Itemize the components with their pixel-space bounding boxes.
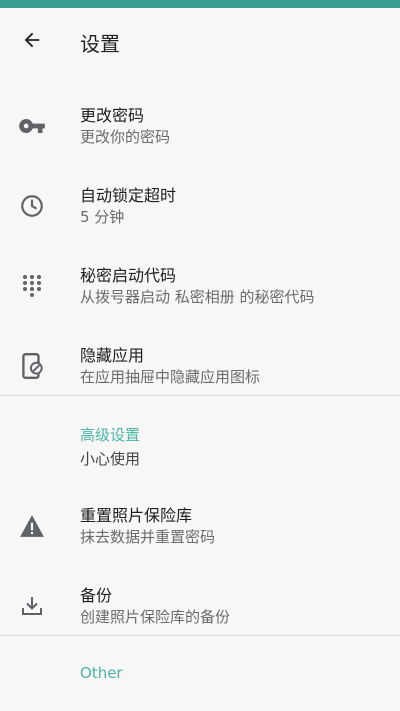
setting-subtitle: 5 分钟 bbox=[80, 208, 125, 226]
setting-subtitle: 从拨号器启动 私密相册 的秘密代码 bbox=[80, 288, 315, 306]
setting-reset-vault[interactable]: 重置照片保险库 抹去数据并重置密码 bbox=[0, 488, 400, 568]
clock-icon bbox=[18, 192, 46, 220]
setting-subtitle: 抹去数据并重置密码 bbox=[80, 528, 216, 546]
setting-title: 备份 bbox=[80, 586, 113, 605]
section-subtitle-advanced: 小心使用 bbox=[80, 450, 141, 468]
download-icon bbox=[18, 592, 46, 620]
key-icon bbox=[18, 112, 46, 140]
status-bar bbox=[0, 0, 400, 8]
setting-title: 重置照片保险库 bbox=[80, 506, 193, 525]
divider bbox=[0, 395, 400, 396]
setting-auto-lock-timeout[interactable]: 自动锁定超时 5 分钟 bbox=[0, 168, 400, 248]
setting-subtitle: 在应用抽屉中隐藏应用图标 bbox=[80, 368, 261, 386]
setting-subtitle: 创建照片保险库的备份 bbox=[80, 608, 231, 626]
phone-hide-icon bbox=[18, 352, 46, 380]
section-title-other: Other bbox=[80, 664, 123, 682]
back-button[interactable] bbox=[14, 22, 50, 58]
setting-title: 秘密启动代码 bbox=[80, 266, 177, 285]
setting-title: 隐藏应用 bbox=[80, 346, 145, 365]
setting-change-password[interactable]: 更改密码 更改你的密码 bbox=[0, 88, 400, 168]
setting-title: 自动锁定超时 bbox=[80, 186, 177, 205]
setting-subtitle: 更改你的密码 bbox=[80, 128, 171, 146]
setting-secret-launch-code[interactable]: 秘密启动代码 从拨号器启动 私密相册 的秘密代码 bbox=[0, 248, 400, 328]
section-title-advanced: 高级设置 bbox=[80, 426, 141, 444]
divider bbox=[0, 635, 400, 636]
warning-icon bbox=[18, 512, 46, 540]
setting-title: 更改密码 bbox=[80, 106, 145, 125]
setting-hide-app[interactable]: 隐藏应用 在应用抽屉中隐藏应用图标 bbox=[0, 328, 400, 408]
page-title: 设置 bbox=[80, 32, 120, 56]
arrow-left-icon bbox=[24, 32, 40, 48]
dialpad-icon bbox=[18, 272, 46, 300]
app-bar: 设置 bbox=[0, 8, 400, 72]
setting-backup[interactable]: 备份 创建照片保险库的备份 bbox=[0, 568, 400, 648]
